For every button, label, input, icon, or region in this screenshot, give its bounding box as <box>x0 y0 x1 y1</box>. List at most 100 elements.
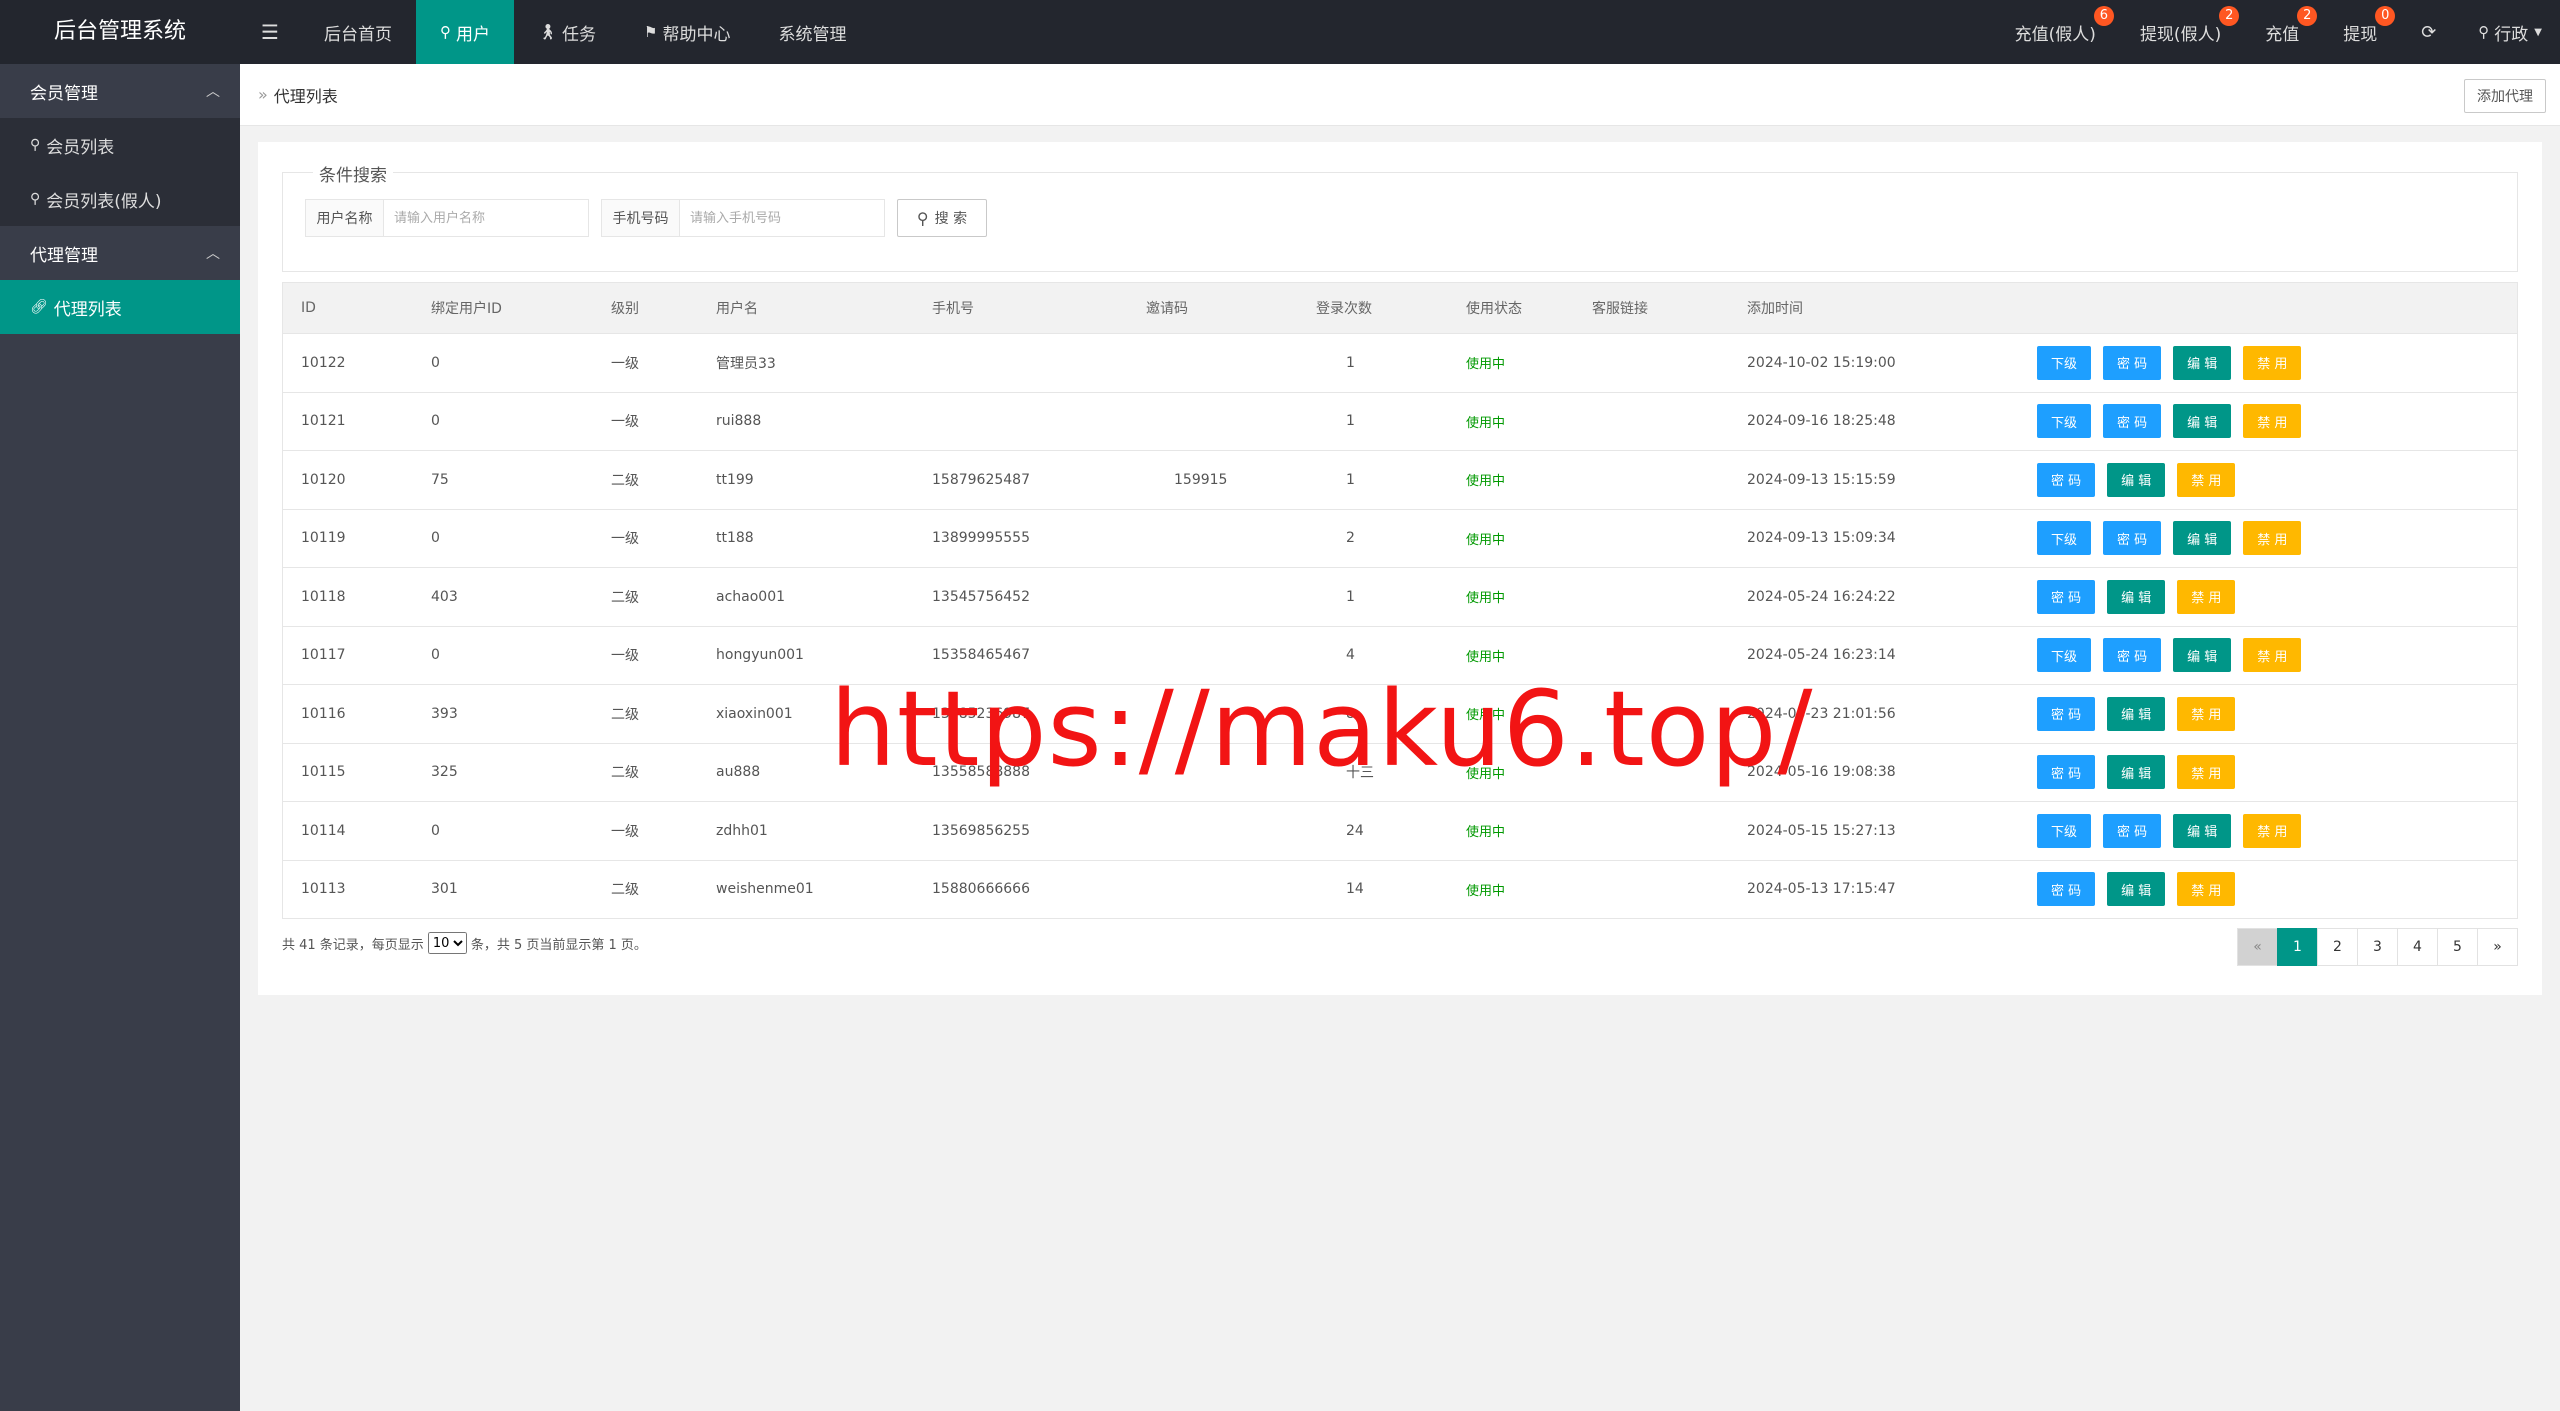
edit-button[interactable]: 编 辑 <box>2173 404 2232 439</box>
cell-add-time: 2024-09-16 18:25:48 <box>1747 413 1896 430</box>
menu-toggle-icon[interactable]: ☰ <box>240 0 300 64</box>
password-button[interactable]: 密 码 <box>2037 696 2096 731</box>
sidebar-item-agent-list[interactable]: 🔗︎ 代理列表 <box>0 280 240 334</box>
cell-logins: 1 <box>1346 588 1355 605</box>
breadcrumb: » 代理列表 添加代理 <box>240 64 2560 126</box>
cell-add-time: 2024-05-23 21:01:56 <box>1747 705 1896 722</box>
nav-system-label: 系统管理 <box>778 24 847 45</box>
pager-page[interactable]: 2 <box>2317 928 2358 966</box>
disable-button[interactable]: 禁 用 <box>2243 345 2302 380</box>
sub-button[interactable]: 下级 <box>2037 813 2092 848</box>
password-button[interactable]: 密 码 <box>2103 638 2162 673</box>
cell-add-time: 2024-09-13 15:15:59 <box>1747 471 1896 488</box>
pager-next[interactable]: » <box>2477 928 2518 966</box>
pager-prev[interactable]: « <box>2237 928 2278 966</box>
disable-button[interactable]: 禁 用 <box>2243 813 2302 848</box>
password-button[interactable]: 密 码 <box>2037 462 2096 497</box>
pagination-suffix: 条，共 5 页当前显示第 1 页。 <box>470 937 647 953</box>
page-size-select[interactable]: 10 <box>427 932 467 954</box>
col-id: ID <box>301 300 316 316</box>
sub-button[interactable]: 下级 <box>2037 345 2092 380</box>
disable-button[interactable]: 禁 用 <box>2243 521 2302 556</box>
disable-button[interactable]: 禁 用 <box>2177 872 2236 907</box>
password-button[interactable]: 密 码 <box>2103 813 2162 848</box>
edit-button[interactable]: 编 辑 <box>2173 813 2232 848</box>
edit-button[interactable]: 编 辑 <box>2173 345 2232 380</box>
pager-page[interactable]: 4 <box>2397 928 2438 966</box>
edit-button[interactable]: 编 辑 <box>2107 872 2166 907</box>
edit-button[interactable]: 编 辑 <box>2107 696 2166 731</box>
cell-logins: 1 <box>1346 471 1355 488</box>
edit-button[interactable]: 编 辑 <box>2107 755 2166 790</box>
pager-page[interactable]: 5 <box>2437 928 2478 966</box>
cell-id: 10115 <box>301 764 346 781</box>
cell-status: 使用中 <box>1466 766 1506 782</box>
pager-page[interactable]: 1 <box>2277 928 2318 966</box>
edit-button[interactable]: 编 辑 <box>2173 638 2232 673</box>
cell-phone: 15880666666 <box>932 881 1030 898</box>
edit-button[interactable]: 编 辑 <box>2107 462 2166 497</box>
password-button[interactable]: 密 码 <box>2037 755 2096 790</box>
cell-id: 10116 <box>301 705 346 722</box>
cell-logins: 8 <box>1346 705 1355 722</box>
sidebar-group-agents[interactable]: 代理管理 ︿ <box>0 226 240 280</box>
disable-button[interactable]: 禁 用 <box>2177 579 2236 614</box>
password-button[interactable]: 密 码 <box>2103 345 2162 380</box>
count-badge: 6 <box>2093 6 2114 26</box>
cell-ops: 下级密 码编 辑禁 用 <box>2023 638 2517 673</box>
password-button[interactable]: 密 码 <box>2037 579 2096 614</box>
nav-help[interactable]: ⚑ 帮助中心 <box>620 0 754 64</box>
sub-button[interactable]: 下级 <box>2037 521 2092 556</box>
count-badge: 2 <box>2219 6 2240 26</box>
nav-users[interactable]: ⚲ 用户 <box>416 0 514 64</box>
sidebar-item-member-list[interactable]: ⚲ 会员列表 <box>0 118 240 172</box>
edit-button[interactable]: 编 辑 <box>2107 579 2166 614</box>
cell-username: tt188 <box>716 530 754 547</box>
top-header: 后台管理系统 ☰ 后台首页 ⚲ 用户 🚶︎ 任务 ⚑ 帮助中心 系统管理 充值(假人)… <box>0 0 2560 64</box>
nav-recharge-fake[interactable]: 充值(假人) 6 <box>1993 0 2118 64</box>
pager-page[interactable]: 3 <box>2357 928 2398 966</box>
cell-phone: 13558588888 <box>932 764 1030 781</box>
search-button[interactable]: ⚲ 搜 索 <box>897 199 987 237</box>
sidebar-group-members[interactable]: 会员管理 ︿ <box>0 64 240 118</box>
disable-button[interactable]: 禁 用 <box>2177 696 2236 731</box>
add-agent-button[interactable]: 添加代理 <box>2464 79 2546 113</box>
cell-bind-user-id: 0 <box>431 354 440 371</box>
cell-status: 使用中 <box>1466 883 1506 899</box>
disable-button[interactable]: 禁 用 <box>2177 462 2236 497</box>
cell-bind-user-id: 393 <box>431 705 458 722</box>
username-input[interactable] <box>384 200 588 236</box>
refresh-icon[interactable]: ⟳ <box>2399 0 2458 64</box>
chevron-up-icon: ︿ <box>206 84 220 100</box>
disable-button[interactable]: 禁 用 <box>2243 638 2302 673</box>
disable-button[interactable]: 禁 用 <box>2177 755 2236 790</box>
nav-home[interactable]: 后台首页 <box>300 0 416 64</box>
search-row: 用户名称 手机号码 ⚲ 搜 索 <box>305 199 987 237</box>
search-icon: ⚲ <box>916 208 929 228</box>
password-button[interactable]: 密 码 <box>2103 404 2162 439</box>
sub-button[interactable]: 下级 <box>2037 404 2092 439</box>
col-bind-user-id: 绑定用户ID <box>431 301 502 317</box>
cell-username: 管理员33 <box>716 355 776 372</box>
caret-down-icon: ▼ <box>2534 26 2542 38</box>
breadcrumb-current: 代理列表 <box>273 86 338 106</box>
nav-tasks[interactable]: 🚶︎ 任务 <box>514 0 620 64</box>
password-button[interactable]: 密 码 <box>2103 521 2162 556</box>
disable-button[interactable]: 禁 用 <box>2243 404 2302 439</box>
nav-withdraw-label: 提现 <box>2343 24 2378 45</box>
phone-input[interactable] <box>680 200 884 236</box>
cell-logins: 14 <box>1346 881 1364 898</box>
nav-withdraw[interactable]: 提现 0 <box>2321 0 2399 64</box>
user-menu[interactable]: ⚲ 行政 ▼ <box>2458 0 2560 64</box>
nav-withdraw-fake-label: 提现(假人) <box>2139 24 2222 45</box>
password-button[interactable]: 密 码 <box>2037 872 2096 907</box>
cell-status: 使用中 <box>1466 825 1506 841</box>
edit-button[interactable]: 编 辑 <box>2173 521 2232 556</box>
sidebar-item-member-list-fake[interactable]: ⚲ 会员列表(假人) <box>0 172 240 226</box>
person-icon: ⚲ <box>30 137 41 153</box>
nav-system[interactable]: 系统管理 <box>755 0 871 64</box>
nav-recharge[interactable]: 充值 2 <box>2243 0 2321 64</box>
nav-withdraw-fake[interactable]: 提现(假人) 2 <box>2118 0 2243 64</box>
row-actions: 下级密 码编 辑禁 用 <box>2037 521 2517 556</box>
sub-button[interactable]: 下级 <box>2037 638 2092 673</box>
